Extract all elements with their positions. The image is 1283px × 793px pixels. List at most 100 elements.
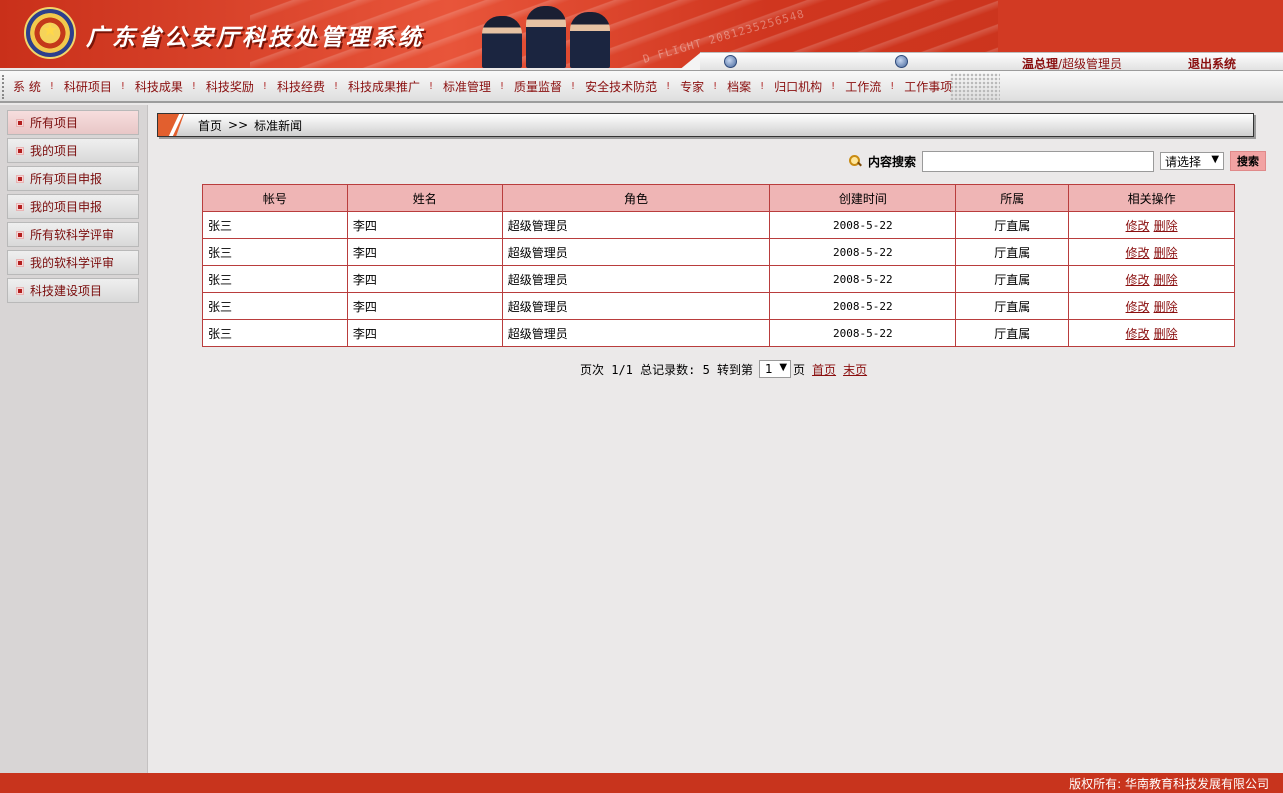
edit-link[interactable]: 修改: [1126, 273, 1150, 287]
nav-item-security-tech[interactable]: 安全技术防范!: [580, 78, 675, 95]
table-header-row: 帐号 姓名 角色 创建时间 所属 相关操作: [202, 184, 1235, 212]
delete-link[interactable]: 删除: [1154, 219, 1178, 233]
delete-link[interactable]: 删除: [1154, 327, 1178, 341]
breadcrumb-home[interactable]: 首页: [198, 117, 222, 134]
nav-item-awards[interactable]: 科技奖励!: [201, 78, 272, 95]
cell-name: 李四: [346, 265, 503, 293]
cell-actions: 修改 删除: [1068, 211, 1235, 239]
sidebar-item-all-applications[interactable]: 所有项目申报: [7, 166, 139, 191]
officer-figure: [482, 16, 522, 68]
search-button[interactable]: 搜索: [1230, 151, 1267, 171]
cell-dept: 厅直属: [955, 238, 1070, 266]
user-name: 温总理: [1022, 57, 1059, 71]
edit-link[interactable]: 修改: [1126, 246, 1150, 260]
table-row: 张三 李四 超级管理员 2008-5-22 厅直属 修改 删除: [202, 292, 1235, 320]
table-row: 张三 李四 超级管理员 2008-5-22 厅直属 修改 删除: [202, 211, 1235, 239]
sidebar: 所有项目 我的项目 所有项目申报 我的项目申报 所有软科学评审 我的软科学评审 …: [0, 105, 148, 773]
nav-item-achievements[interactable]: 科技成果!: [130, 78, 201, 95]
police-emblem-icon: [24, 7, 76, 59]
last-page-link[interactable]: 末页: [843, 361, 867, 378]
nav-item-archives[interactable]: 档案!: [722, 78, 769, 95]
bullet-icon: [16, 258, 24, 267]
edit-link[interactable]: 修改: [1126, 300, 1150, 314]
cell-role: 超级管理员: [501, 319, 771, 347]
cell-account: 张三: [202, 292, 348, 320]
cell-created: 2008-5-22: [769, 319, 957, 347]
cell-created: 2008-5-22: [769, 238, 957, 266]
delete-link[interactable]: 删除: [1154, 300, 1178, 314]
bullet-icon: [16, 202, 24, 211]
status-strip: 温总理/超级管理员 退出系统: [678, 52, 1283, 71]
site-title: 广东省公安厅科技处管理系统: [86, 25, 424, 51]
cell-actions: 修改 删除: [1068, 238, 1235, 266]
globe-icon: [895, 55, 908, 68]
officers-image: [478, 4, 618, 68]
bullet-icon: [16, 118, 24, 127]
search-category-select[interactable]: 请选择 ▼: [1160, 152, 1225, 170]
search-icon: [848, 154, 862, 168]
search-input[interactable]: [922, 150, 1155, 172]
cell-name: 李四: [346, 211, 503, 239]
nav-item-research-projects[interactable]: 科研项目!: [59, 78, 130, 95]
column-header-created: 创建时间: [769, 184, 957, 212]
sidebar-item-all-soft-reviews[interactable]: 所有软科学评审: [7, 222, 139, 247]
edit-link[interactable]: 修改: [1126, 219, 1150, 233]
bullet-icon: [16, 174, 24, 183]
sidebar-item-my-projects[interactable]: 我的项目: [7, 138, 139, 163]
cell-created: 2008-5-22: [769, 292, 957, 320]
bullet-icon: [16, 146, 24, 155]
delete-link[interactable]: 删除: [1154, 273, 1178, 287]
user-role: /超级管理员: [1058, 57, 1123, 71]
page-select[interactable]: 1 ▼: [759, 360, 792, 378]
chevron-down-icon: ▼: [1211, 154, 1220, 165]
breadcrumb-separator: >>: [228, 118, 249, 132]
column-header-actions: 相关操作: [1068, 184, 1235, 212]
column-header-account: 帐号: [202, 184, 348, 212]
nav-item-standards[interactable]: 标准管理!: [438, 78, 509, 95]
sidebar-item-all-projects[interactable]: 所有项目: [7, 110, 139, 135]
breadcrumb-flag-icon: [158, 114, 184, 136]
officer-figure: [526, 6, 566, 68]
page-suffix: 页: [793, 362, 806, 377]
nav-item-workflow[interactable]: 工作流!: [840, 78, 899, 95]
nav-item-quality[interactable]: 质量监督!: [509, 78, 580, 95]
column-header-role: 角色: [501, 184, 771, 212]
sidebar-item-my-applications[interactable]: 我的项目申报: [7, 194, 139, 219]
edit-link[interactable]: 修改: [1126, 327, 1150, 341]
cell-name: 李四: [346, 319, 503, 347]
cell-account: 张三: [202, 319, 348, 347]
breadcrumb-current: 标准新闻: [254, 118, 303, 133]
search-bar: 内容搜索 请选择 ▼ 搜索: [848, 150, 1267, 172]
first-page-link[interactable]: 首页: [812, 361, 836, 378]
banner-right-panel: [998, 0, 1283, 52]
sidebar-item-my-soft-reviews[interactable]: 我的软科学评审: [7, 250, 139, 275]
cell-dept: 厅直属: [955, 292, 1070, 320]
data-table: 帐号 姓名 角色 创建时间 所属 相关操作 张三 李四 超级管理员 2008-5…: [202, 184, 1235, 347]
nav-item-system[interactable]: 系 统!: [8, 78, 59, 95]
nav-item-agencies[interactable]: 归口机构!: [769, 78, 840, 95]
cell-dept: 厅直属: [955, 319, 1070, 347]
cell-role: 超级管理员: [501, 238, 771, 266]
nav-grip: [2, 75, 6, 99]
bullet-icon: [16, 230, 24, 239]
sidebar-item-construction-projects[interactable]: 科技建设项目: [7, 278, 139, 303]
cell-role: 超级管理员: [501, 211, 771, 239]
nav-item-experts[interactable]: 专家!: [675, 78, 722, 95]
nav-list: 系 统! 科研项目! 科技成果! 科技奖励! 科技经费! 科技成果推广! 标准管…: [8, 71, 957, 102]
nav-item-promotion[interactable]: 科技成果推广!: [343, 78, 438, 95]
cell-account: 张三: [202, 211, 348, 239]
cell-account: 张三: [202, 238, 348, 266]
table-row: 张三 李四 超级管理员 2008-5-22 厅直属 修改 删除: [202, 265, 1235, 293]
cell-role: 超级管理员: [501, 292, 771, 320]
nav-item-tasks[interactable]: 工作事项: [899, 78, 957, 95]
officer-figure: [570, 12, 610, 68]
page-info: 页次 1/1 总记录数: 5 转到第: [580, 362, 754, 377]
cell-role: 超级管理员: [501, 265, 771, 293]
delete-link[interactable]: 删除: [1154, 246, 1178, 260]
cell-actions: 修改 删除: [1068, 292, 1235, 320]
cell-name: 李四: [346, 238, 503, 266]
bullet-icon: [16, 286, 24, 295]
chevron-down-icon: ▼: [779, 362, 788, 373]
nav-item-funding[interactable]: 科技经费!: [272, 78, 343, 95]
nav-dot-pattern: [950, 73, 1000, 100]
